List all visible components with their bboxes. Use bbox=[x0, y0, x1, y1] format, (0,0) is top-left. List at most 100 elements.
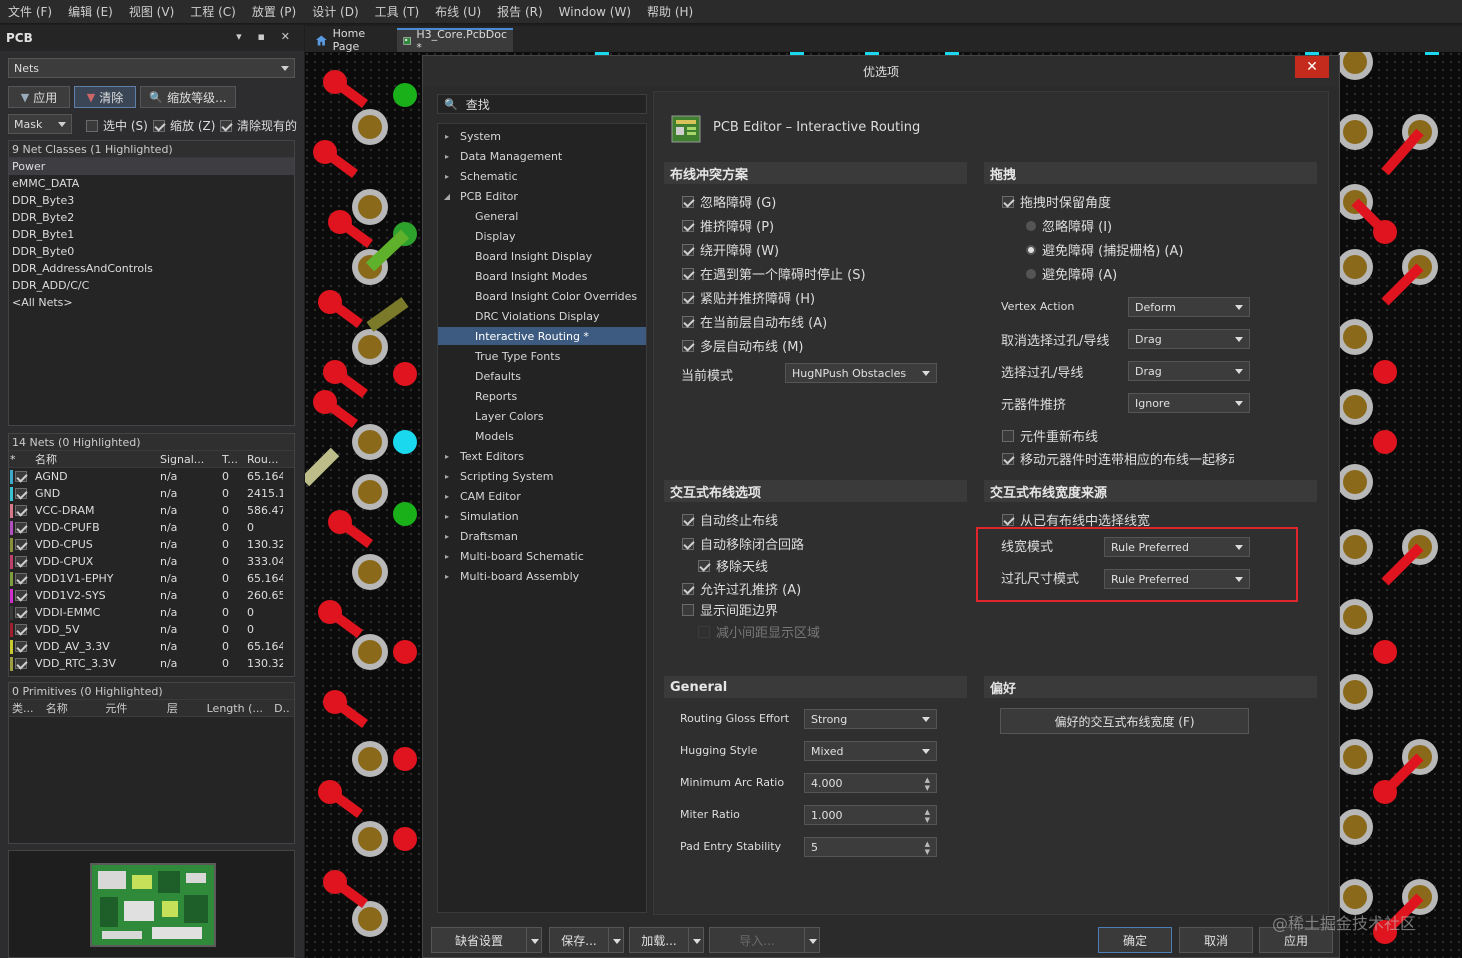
zoom-level-button[interactable]: 🔍 缩放等级... bbox=[140, 86, 236, 108]
net-row[interactable]: VDD_RTC_3.3V n/a 0 130.32 bbox=[9, 655, 294, 672]
net-row[interactable]: VDD1V2-SYS n/a 0 260.65 bbox=[9, 587, 294, 604]
tree-item[interactable]: ▸ Simulation bbox=[438, 507, 646, 525]
net-class-item[interactable]: DDR_AddressAndControls bbox=[9, 260, 294, 277]
net-visible-check[interactable] bbox=[15, 641, 27, 652]
net-visible-check[interactable] bbox=[15, 539, 27, 550]
conflict-option-checkbox[interactable]: 在遇到第一个障碍时停止 (S) bbox=[682, 264, 866, 283]
net-visibility-cell[interactable] bbox=[9, 503, 35, 518]
drag-radio-button[interactable] bbox=[1026, 268, 1036, 279]
conflict-option-checkbox[interactable]: 多层自动布线 (M) bbox=[682, 336, 804, 355]
collapsed-arrow-icon[interactable]: ▸ bbox=[442, 472, 452, 481]
menu-item-3[interactable]: 工程 (C) bbox=[182, 0, 244, 24]
primitives-col[interactable]: 名称 bbox=[46, 700, 106, 716]
collapsed-arrow-icon[interactable]: ▸ bbox=[442, 152, 452, 161]
tree-item[interactable]: Interactive Routing * bbox=[438, 327, 646, 345]
move-with-routes-checkbox[interactable]: 移动元器件时连带相应的布线一起移动 bbox=[1002, 449, 1234, 468]
net-row[interactable]: VDD_5V n/a 0 0 bbox=[9, 621, 294, 638]
menu-item-9[interactable]: Window (W) bbox=[551, 0, 639, 24]
collapsed-arrow-icon[interactable]: ▸ bbox=[442, 452, 452, 461]
tree-item[interactable]: ▸ Data Management bbox=[438, 147, 646, 165]
menu-item-8[interactable]: 报告 (R) bbox=[489, 0, 551, 24]
clear-existing-checkbox[interactable]: 清除现有的 bbox=[220, 117, 297, 134]
net-row[interactable]: AGND n/a 0 65.164 bbox=[9, 468, 294, 485]
collapsed-arrow-icon[interactable]: ▸ bbox=[442, 492, 452, 501]
net-row[interactable]: VDD-CPUX n/a 0 333.04 bbox=[9, 553, 294, 570]
drag-obstacle-radio[interactable]: 忽略障碍 (I) bbox=[1026, 216, 1112, 235]
net-visibility-cell[interactable] bbox=[9, 571, 35, 586]
tree-item[interactable]: Board Insight Modes bbox=[438, 267, 646, 285]
net-row[interactable]: VDDI-EMMC n/a 0 0 bbox=[9, 604, 294, 621]
tab-pcb-document[interactable]: H3_Core.PcbDoc * bbox=[397, 28, 513, 54]
conflict-option-checkbox[interactable]: 推挤障碍 (P) bbox=[682, 216, 774, 235]
tree-item[interactable]: Board Insight Display bbox=[438, 247, 646, 265]
collapsed-arrow-icon[interactable]: ▸ bbox=[442, 572, 452, 581]
collapsed-arrow-icon[interactable]: ▸ bbox=[442, 552, 452, 561]
select-checkbox[interactable]: 选中 (S) bbox=[86, 117, 148, 134]
menu-item-4[interactable]: 放置 (P) bbox=[244, 0, 304, 24]
menu-item-1[interactable]: 编辑 (E) bbox=[60, 0, 121, 24]
hugging-style-select[interactable]: Mixed bbox=[804, 741, 937, 761]
conflict-option-check[interactable] bbox=[682, 267, 694, 280]
net-visible-check[interactable] bbox=[15, 590, 27, 601]
keep-angle-checkbox[interactable]: 拖拽时保留角度 bbox=[1002, 192, 1111, 211]
preferred-widths-button[interactable]: 偏好的交互式布线宽度 (F) bbox=[1000, 708, 1249, 734]
collapsed-arrow-icon[interactable]: ▸ bbox=[442, 172, 452, 181]
spinner-arrows-icon[interactable]: ▲ ▼ bbox=[925, 776, 930, 792]
net-class-item[interactable]: DDR_Byte1 bbox=[9, 226, 294, 243]
routing-option-checkbox[interactable]: 允许过孔推挤 (A) bbox=[682, 579, 801, 598]
save-dropdown-arrow[interactable] bbox=[608, 927, 624, 953]
conflict-option-checkbox[interactable]: 紧贴并推挤障碍 (H) bbox=[682, 288, 815, 307]
primitives-col[interactable]: Length (... bbox=[207, 702, 275, 715]
routing-option-checkbox[interactable]: 移除天线 bbox=[698, 556, 768, 575]
mask-select[interactable]: Mask bbox=[8, 114, 72, 134]
component-reroute-check[interactable] bbox=[1002, 429, 1014, 442]
import-dropdown-arrow[interactable] bbox=[804, 927, 820, 953]
conflict-option-check[interactable] bbox=[682, 339, 694, 352]
keep-angle-check[interactable] bbox=[1002, 195, 1014, 208]
tree-item[interactable]: Reports bbox=[438, 387, 646, 405]
tree-item[interactable]: ▸ Schematic bbox=[438, 167, 646, 185]
net-visibility-cell[interactable] bbox=[9, 622, 35, 637]
conflict-option-checkbox[interactable]: 在当前层自动布线 (A) bbox=[682, 312, 827, 331]
spinner-arrows-icon[interactable]: ▲ ▼ bbox=[925, 808, 930, 824]
load-dropdown-arrow[interactable] bbox=[688, 927, 704, 953]
net-visibility-cell[interactable] bbox=[9, 605, 35, 620]
menu-item-2[interactable]: 视图 (V) bbox=[121, 0, 182, 24]
tree-item[interactable]: Layer Colors bbox=[438, 407, 646, 425]
net-row[interactable]: VDD_AV_3.3V n/a 0 65.164 bbox=[9, 638, 294, 655]
move-with-routes-check[interactable] bbox=[1002, 452, 1014, 465]
net-class-item[interactable]: DDR_Byte0 bbox=[9, 243, 294, 260]
net-visibility-cell[interactable] bbox=[9, 554, 35, 569]
net-row[interactable]: VDD-CPUS n/a 0 130.32 bbox=[9, 536, 294, 553]
menu-item-10[interactable]: 帮助 (H) bbox=[639, 0, 701, 24]
primitives-col[interactable]: 类... bbox=[12, 700, 46, 716]
tree-item[interactable]: ▸ Scripting System bbox=[438, 467, 646, 485]
zoom-check[interactable] bbox=[153, 119, 165, 132]
dialog-close-button[interactable]: ✕ bbox=[1295, 56, 1329, 78]
conflict-option-check[interactable] bbox=[682, 219, 694, 232]
tree-item[interactable]: ▸ Multi-board Assembly bbox=[438, 567, 646, 585]
unselect-via-select[interactable]: Drag bbox=[1128, 329, 1250, 349]
net-visibility-cell[interactable] bbox=[9, 520, 35, 535]
select-check[interactable] bbox=[86, 119, 98, 132]
net-row[interactable]: VDD1V1-EPHY n/a 0 65.164 bbox=[9, 570, 294, 587]
net-visible-check[interactable] bbox=[15, 505, 27, 516]
tree-item[interactable]: ▸ Draftsman bbox=[438, 527, 646, 545]
drag-radio-button[interactable] bbox=[1026, 244, 1036, 255]
routing-option-checkbox[interactable]: 自动移除闭合回路 bbox=[682, 534, 804, 553]
panel-controls[interactable]: ▾ ▪ ✕ bbox=[236, 30, 296, 43]
net-row[interactable]: GND n/a 0 2415.1 bbox=[9, 485, 294, 502]
drag-radio-button[interactable] bbox=[1026, 220, 1036, 231]
net-class-item[interactable]: <All Nets> bbox=[9, 294, 294, 311]
conflict-option-checkbox[interactable]: 忽略障碍 (G) bbox=[682, 192, 776, 211]
spinner-arrows-icon[interactable]: ▲ ▼ bbox=[925, 840, 930, 856]
miter-ratio-spinner[interactable]: 1.000 ▲ ▼ bbox=[804, 805, 937, 825]
tree-item[interactable]: DRC Violations Display bbox=[438, 307, 646, 325]
drag-obstacle-radio[interactable]: 避免障碍 (捕捉栅格) (A) bbox=[1026, 240, 1183, 259]
current-mode-select[interactable]: HugNPush Obstacles bbox=[785, 363, 937, 383]
nets-col-signal[interactable]: Signal... bbox=[160, 453, 222, 466]
menu-item-0[interactable]: 文件 (F) bbox=[0, 0, 60, 24]
net-visibility-cell[interactable] bbox=[9, 588, 35, 603]
net-class-item[interactable]: DDR_ADD/C/C bbox=[9, 277, 294, 294]
pad-entry-stability-spinner[interactable]: 5 ▲ ▼ bbox=[804, 837, 937, 857]
